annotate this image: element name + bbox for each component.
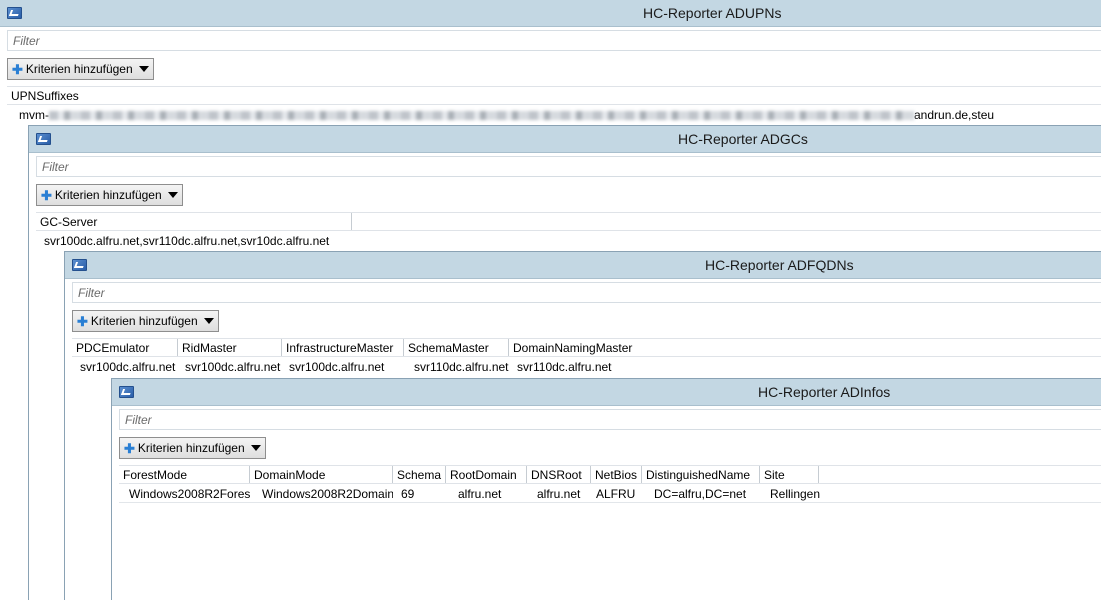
results-grid: UPNSuffixes mvm-andrun.de,steu bbox=[7, 86, 1101, 124]
site-cell: Rellingen bbox=[770, 487, 821, 501]
window-title: HC-Reporter ADInfos bbox=[758, 384, 891, 400]
infrastructuremaster-cell: svr100dc.alfru.net bbox=[289, 360, 385, 374]
filter-input[interactable] bbox=[13, 34, 1096, 48]
column-header-schemamaster[interactable]: SchemaMaster bbox=[404, 339, 509, 356]
add-criteria-label: Kriterien hinzufügen bbox=[54, 188, 162, 202]
title-bar[interactable]: HC-Reporter ADFQDNs bbox=[65, 252, 1101, 279]
upn-suffix: andrun.de,steu bbox=[914, 108, 995, 122]
table-row[interactable]: mvm-andrun.de,steu bbox=[7, 105, 1101, 124]
powershell-icon bbox=[72, 259, 87, 271]
schema-cell: 69 bbox=[401, 487, 415, 501]
dropdown-arrow-icon bbox=[250, 445, 261, 451]
results-grid: ForestMode DomainMode Schema RootDomain … bbox=[119, 465, 1101, 503]
title-bar[interactable]: HC-Reporter ADInfos bbox=[112, 379, 1101, 406]
column-header-empty[interactable] bbox=[352, 213, 1101, 230]
plus-icon: ✚ bbox=[12, 61, 23, 77]
column-header-site[interactable]: Site bbox=[760, 466, 819, 483]
column-header-pdcemulator[interactable]: PDCEmulator bbox=[72, 339, 178, 356]
column-header-domainmode[interactable]: DomainMode bbox=[250, 466, 393, 483]
window-title: HC-Reporter ADFQDNs bbox=[705, 257, 854, 273]
filter-input[interactable] bbox=[42, 160, 1096, 174]
column-header-netbios[interactable]: NetBios bbox=[591, 466, 642, 483]
add-criteria-label: Kriterien hinzufügen bbox=[25, 62, 133, 76]
dnsroot-cell: alfru.net bbox=[537, 487, 581, 501]
column-header-rootdomain[interactable]: RootDomain bbox=[446, 466, 527, 483]
powershell-icon bbox=[7, 7, 22, 19]
filter-input[interactable] bbox=[78, 286, 1096, 300]
window-title: HC-Reporter ADUPNs bbox=[643, 5, 782, 21]
dropdown-arrow-icon bbox=[138, 66, 149, 72]
schemamaster-cell: svr110dc.alfru.net bbox=[414, 360, 509, 374]
column-header-distinguishedname[interactable]: DistinguishedName bbox=[642, 466, 760, 483]
powershell-icon bbox=[119, 386, 134, 398]
grid-header: PDCEmulator RidMaster InfrastructureMast… bbox=[72, 338, 1101, 357]
grid-header: UPNSuffixes bbox=[7, 86, 1101, 105]
grid-header: ForestMode DomainMode Schema RootDomain … bbox=[119, 465, 1101, 484]
plus-icon: ✚ bbox=[41, 187, 52, 203]
plus-icon: ✚ bbox=[124, 440, 135, 456]
column-header-ridmaster[interactable]: RidMaster bbox=[178, 339, 282, 356]
column-header-dnsroot[interactable]: DNSRoot bbox=[527, 466, 591, 483]
forestmode-cell: Windows2008R2Forest bbox=[129, 487, 250, 501]
add-criteria-button[interactable]: ✚ Kriterien hinzufügen bbox=[7, 58, 154, 80]
column-header-upnsuffixes[interactable]: UPNSuffixes bbox=[7, 87, 1101, 104]
upnsuffixes-cell: mvm-andrun.de,steu bbox=[7, 105, 998, 124]
results-grid: PDCEmulator RidMaster InfrastructureMast… bbox=[72, 338, 1101, 376]
column-header-domainnamingmaster[interactable]: DomainNamingMaster bbox=[509, 339, 642, 356]
add-criteria-button[interactable]: ✚ Kriterien hinzufügen bbox=[36, 184, 183, 206]
redacted-text bbox=[49, 111, 914, 121]
ridmaster-cell: svr100dc.alfru.net bbox=[185, 360, 281, 374]
netbios-cell: ALFRU bbox=[596, 487, 636, 501]
gc-server-cell: svr100dc.alfru.net,svr110dc.alfru.net,sv… bbox=[44, 234, 330, 248]
add-criteria-button[interactable]: ✚ Kriterien hinzufügen bbox=[72, 310, 219, 332]
domainnamingmaster-cell: svr110dc.alfru.net bbox=[517, 360, 612, 374]
dropdown-arrow-icon bbox=[203, 318, 214, 324]
column-header-forestmode[interactable]: ForestMode bbox=[119, 466, 250, 483]
filter-input[interactable] bbox=[125, 413, 1096, 427]
results-grid: GC-Server svr100dc.alfru.net,svr110dc.al… bbox=[36, 212, 1101, 250]
grid-header: GC-Server bbox=[36, 212, 1101, 231]
add-criteria-label: Kriterien hinzufügen bbox=[90, 314, 198, 328]
column-header-schema[interactable]: Schema bbox=[393, 466, 446, 483]
filter-box[interactable] bbox=[7, 30, 1101, 51]
plus-icon: ✚ bbox=[77, 313, 88, 329]
title-bar[interactable]: HC-Reporter ADGCs bbox=[29, 126, 1101, 153]
column-header-gc-server[interactable]: GC-Server bbox=[36, 213, 352, 230]
table-row[interactable]: svr100dc.alfru.net,svr110dc.alfru.net,sv… bbox=[36, 231, 1101, 250]
table-row[interactable]: Windows2008R2Forest Windows2008R2Domain … bbox=[119, 484, 1101, 503]
add-criteria-button[interactable]: ✚ Kriterien hinzufügen bbox=[119, 437, 266, 459]
filter-box[interactable] bbox=[36, 156, 1101, 177]
dropdown-arrow-icon bbox=[167, 192, 178, 198]
table-row[interactable]: svr100dc.alfru.net svr100dc.alfru.net sv… bbox=[72, 357, 1101, 376]
rootdomain-cell: alfru.net bbox=[458, 487, 502, 501]
filter-box[interactable] bbox=[72, 282, 1101, 303]
column-header-infrastructuremaster[interactable]: InfrastructureMaster bbox=[282, 339, 404, 356]
distinguishedname-cell: DC=alfru,DC=net bbox=[654, 487, 747, 501]
upn-prefix: mvm- bbox=[19, 108, 49, 122]
domainmode-cell: Windows2008R2Domain bbox=[262, 487, 393, 501]
add-criteria-label: Kriterien hinzufügen bbox=[137, 441, 245, 455]
pdcemulator-cell: svr100dc.alfru.net bbox=[80, 360, 176, 374]
window-title: HC-Reporter ADGCs bbox=[678, 131, 808, 147]
powershell-icon bbox=[36, 133, 51, 145]
title-bar[interactable]: HC-Reporter ADUPNs bbox=[0, 0, 1101, 27]
filter-box[interactable] bbox=[119, 409, 1101, 430]
window-adinfos: HC-Reporter ADInfos ✚ Kriterien hinzufüg… bbox=[111, 378, 1101, 600]
